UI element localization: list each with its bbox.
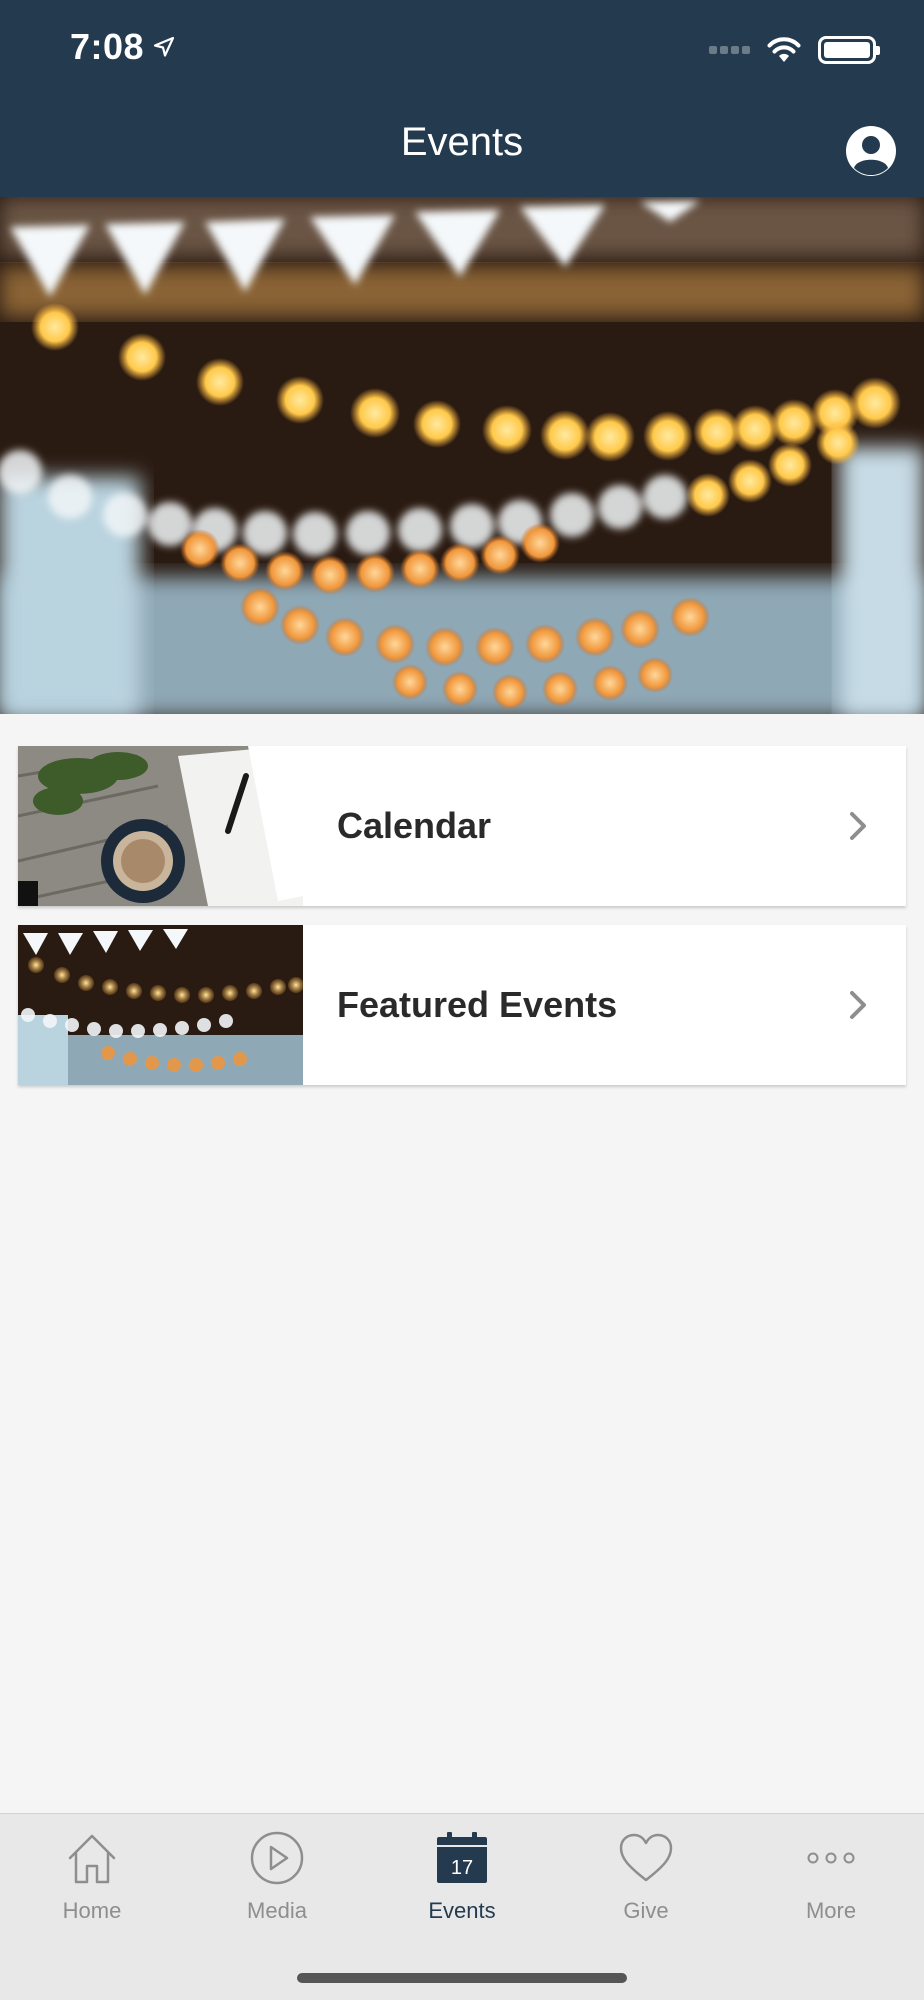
- featured-events-thumbnail-image: [18, 925, 303, 1085]
- tab-give[interactable]: Give: [571, 1828, 721, 1938]
- bottom-tab-bar: Home Media 17 Events Give More: [0, 1813, 924, 2000]
- featured-events-card[interactable]: Featured Events: [18, 925, 906, 1085]
- profile-button[interactable]: [844, 124, 898, 178]
- status-bar-time: 7:08: [70, 26, 176, 68]
- calendar-card-label: Calendar: [337, 805, 492, 846]
- chevron-right-icon: [828, 810, 888, 842]
- battery-icon: [818, 36, 880, 64]
- user-avatar-icon: [846, 126, 896, 176]
- heart-icon: [616, 1828, 676, 1888]
- tab-events[interactable]: 17 Events: [387, 1828, 537, 1938]
- tab-media[interactable]: Media: [202, 1828, 352, 1938]
- chevron-right-icon: [828, 989, 888, 1021]
- hero-image: [0, 197, 924, 714]
- page-title: Events: [400, 120, 524, 164]
- home-icon: [62, 1828, 122, 1888]
- calendar-card[interactable]: Calendar: [18, 746, 906, 906]
- tab-more[interactable]: More: [756, 1828, 906, 1938]
- home-indicator: [297, 1973, 627, 1983]
- location-arrow-icon: [153, 36, 175, 57]
- app-header: 7:08 Events: [0, 0, 924, 197]
- tab-home[interactable]: Home: [17, 1828, 167, 1938]
- play-icon: [247, 1828, 307, 1888]
- featured-events-card-label: Featured Events: [337, 984, 618, 1025]
- svg-text:17: 17: [451, 1857, 473, 1879]
- calendar-icon: 17: [432, 1828, 492, 1888]
- more-icon: [801, 1828, 861, 1888]
- status-bar-indicators: [709, 30, 880, 70]
- cellular-signal-icon: [709, 46, 750, 54]
- calendar-thumbnail-image: [18, 746, 303, 906]
- wifi-icon: [767, 37, 801, 62]
